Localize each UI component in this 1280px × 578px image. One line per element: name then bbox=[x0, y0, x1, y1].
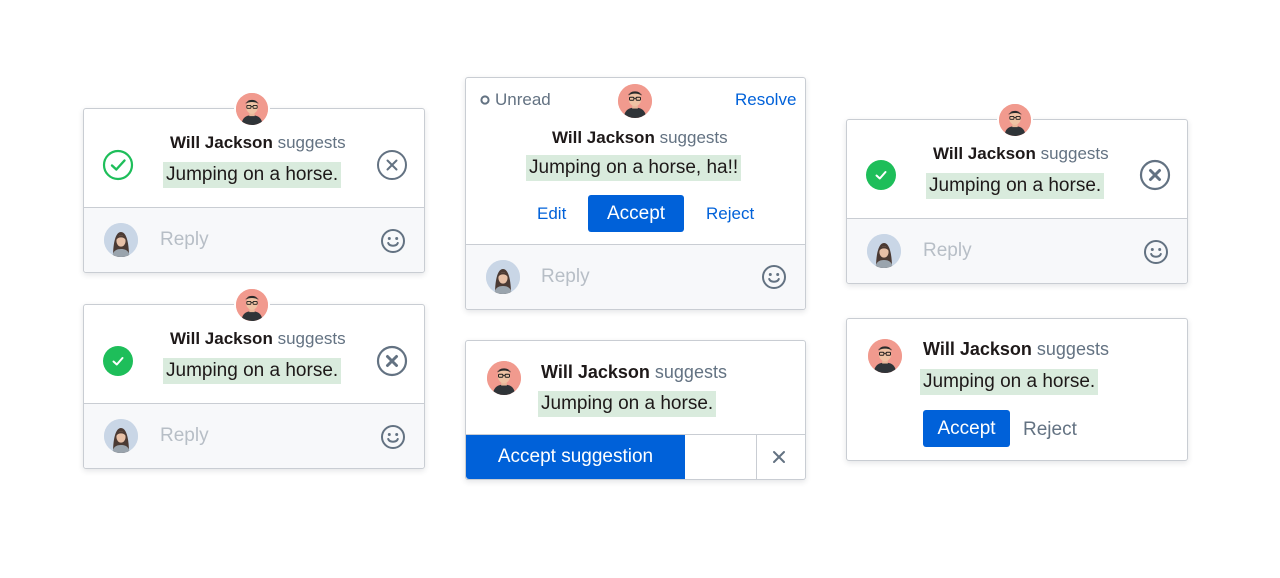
author-avatar bbox=[868, 339, 902, 373]
suggestion-author: Will Jackson suggests bbox=[552, 128, 728, 148]
close-circle-icon[interactable] bbox=[1139, 159, 1171, 191]
current-user-avatar bbox=[486, 260, 520, 294]
reply-bar[interactable]: Reply bbox=[847, 218, 1187, 283]
reply-input[interactable]: Reply bbox=[541, 266, 590, 288]
reply-input[interactable]: Reply bbox=[923, 240, 972, 262]
suggestion-author: Will Jackson suggests bbox=[170, 133, 346, 153]
reply-input[interactable]: Reply bbox=[160, 425, 209, 447]
accept-button[interactable]: Accept bbox=[923, 410, 1010, 447]
suggested-text: Jumping on a horse. bbox=[163, 162, 342, 188]
emoji-icon[interactable] bbox=[1143, 239, 1169, 265]
suggested-text: Jumping on a horse. bbox=[926, 173, 1105, 199]
unread-label: Unread bbox=[495, 90, 551, 109]
author-name: Will Jackson bbox=[541, 362, 650, 382]
close-circle-icon[interactable] bbox=[376, 149, 408, 181]
action-bar: Accept suggestion bbox=[466, 434, 805, 479]
author-verb: suggests bbox=[1040, 144, 1109, 163]
author-avatar bbox=[234, 287, 270, 323]
author-verb: suggests bbox=[1036, 339, 1109, 359]
reply-bar[interactable]: Reply bbox=[84, 403, 424, 468]
suggestion-author: Will Jackson suggests bbox=[170, 329, 346, 349]
comment-card-accept-reject: Will Jackson suggests Jumping on a horse… bbox=[846, 318, 1188, 461]
suggestion-author: Will Jackson suggests bbox=[923, 339, 1109, 360]
reject-button[interactable]: Reject bbox=[1023, 419, 1077, 441]
current-user-avatar bbox=[867, 234, 901, 268]
check-circle-filled-icon[interactable] bbox=[865, 159, 897, 191]
author-verb: suggests bbox=[277, 133, 346, 152]
reject-link[interactable]: Reject bbox=[706, 204, 754, 224]
author-verb: suggests bbox=[659, 128, 728, 147]
author-name: Will Jackson bbox=[923, 339, 1032, 359]
divider bbox=[756, 435, 757, 479]
author-name: Will Jackson bbox=[933, 144, 1036, 163]
current-user-avatar bbox=[104, 419, 138, 453]
accept-button[interactable]: Accept bbox=[588, 195, 684, 232]
comment-card-outline-check: Will Jackson suggests Jumping on a horse… bbox=[83, 108, 425, 273]
reply-input[interactable]: Reply bbox=[160, 229, 209, 251]
resolve-link[interactable]: Resolve bbox=[735, 90, 796, 110]
suggested-text: Jumping on a horse, ha!! bbox=[526, 155, 742, 181]
author-name: Will Jackson bbox=[170, 133, 273, 152]
suggested-text: Jumping on a horse. bbox=[538, 391, 717, 417]
comment-card-unread: Unread Resolve Will Jackson suggests Jum… bbox=[465, 77, 806, 310]
author-name: Will Jackson bbox=[170, 329, 273, 348]
author-name: Will Jackson bbox=[552, 128, 655, 147]
suggestion-author: Will Jackson suggests bbox=[933, 144, 1109, 164]
suggested-text: Jumping on a horse. bbox=[163, 358, 342, 384]
check-circle-outline-icon[interactable] bbox=[102, 149, 134, 181]
emoji-icon[interactable] bbox=[380, 228, 406, 254]
current-user-avatar bbox=[104, 223, 138, 257]
author-avatar bbox=[234, 91, 270, 127]
author-avatar bbox=[997, 102, 1033, 138]
emoji-icon[interactable] bbox=[380, 424, 406, 450]
author-verb: suggests bbox=[654, 362, 727, 382]
suggestion-author: Will Jackson suggests bbox=[541, 362, 727, 383]
reply-bar[interactable]: Reply bbox=[84, 207, 424, 272]
emoji-icon[interactable] bbox=[761, 264, 787, 290]
author-avatar bbox=[487, 361, 521, 395]
comment-card-accept-bar: Will Jackson suggests Jumping on a horse… bbox=[465, 340, 806, 480]
close-circle-icon[interactable] bbox=[376, 345, 408, 377]
close-icon[interactable] bbox=[772, 450, 786, 464]
author-avatar bbox=[618, 84, 652, 118]
check-circle-filled-icon[interactable] bbox=[102, 345, 134, 377]
accept-suggestion-button[interactable]: Accept suggestion bbox=[466, 435, 685, 479]
comment-card-filled-check: Will Jackson suggests Jumping on a horse… bbox=[83, 304, 425, 469]
unread-dot-icon bbox=[480, 95, 490, 105]
comment-card-filled-check-bold: Will Jackson suggests Jumping on a horse… bbox=[846, 119, 1188, 284]
edit-link[interactable]: Edit bbox=[537, 204, 566, 224]
author-verb: suggests bbox=[277, 329, 346, 348]
suggested-text: Jumping on a horse. bbox=[920, 369, 1099, 395]
reply-bar[interactable]: Reply bbox=[466, 244, 805, 309]
